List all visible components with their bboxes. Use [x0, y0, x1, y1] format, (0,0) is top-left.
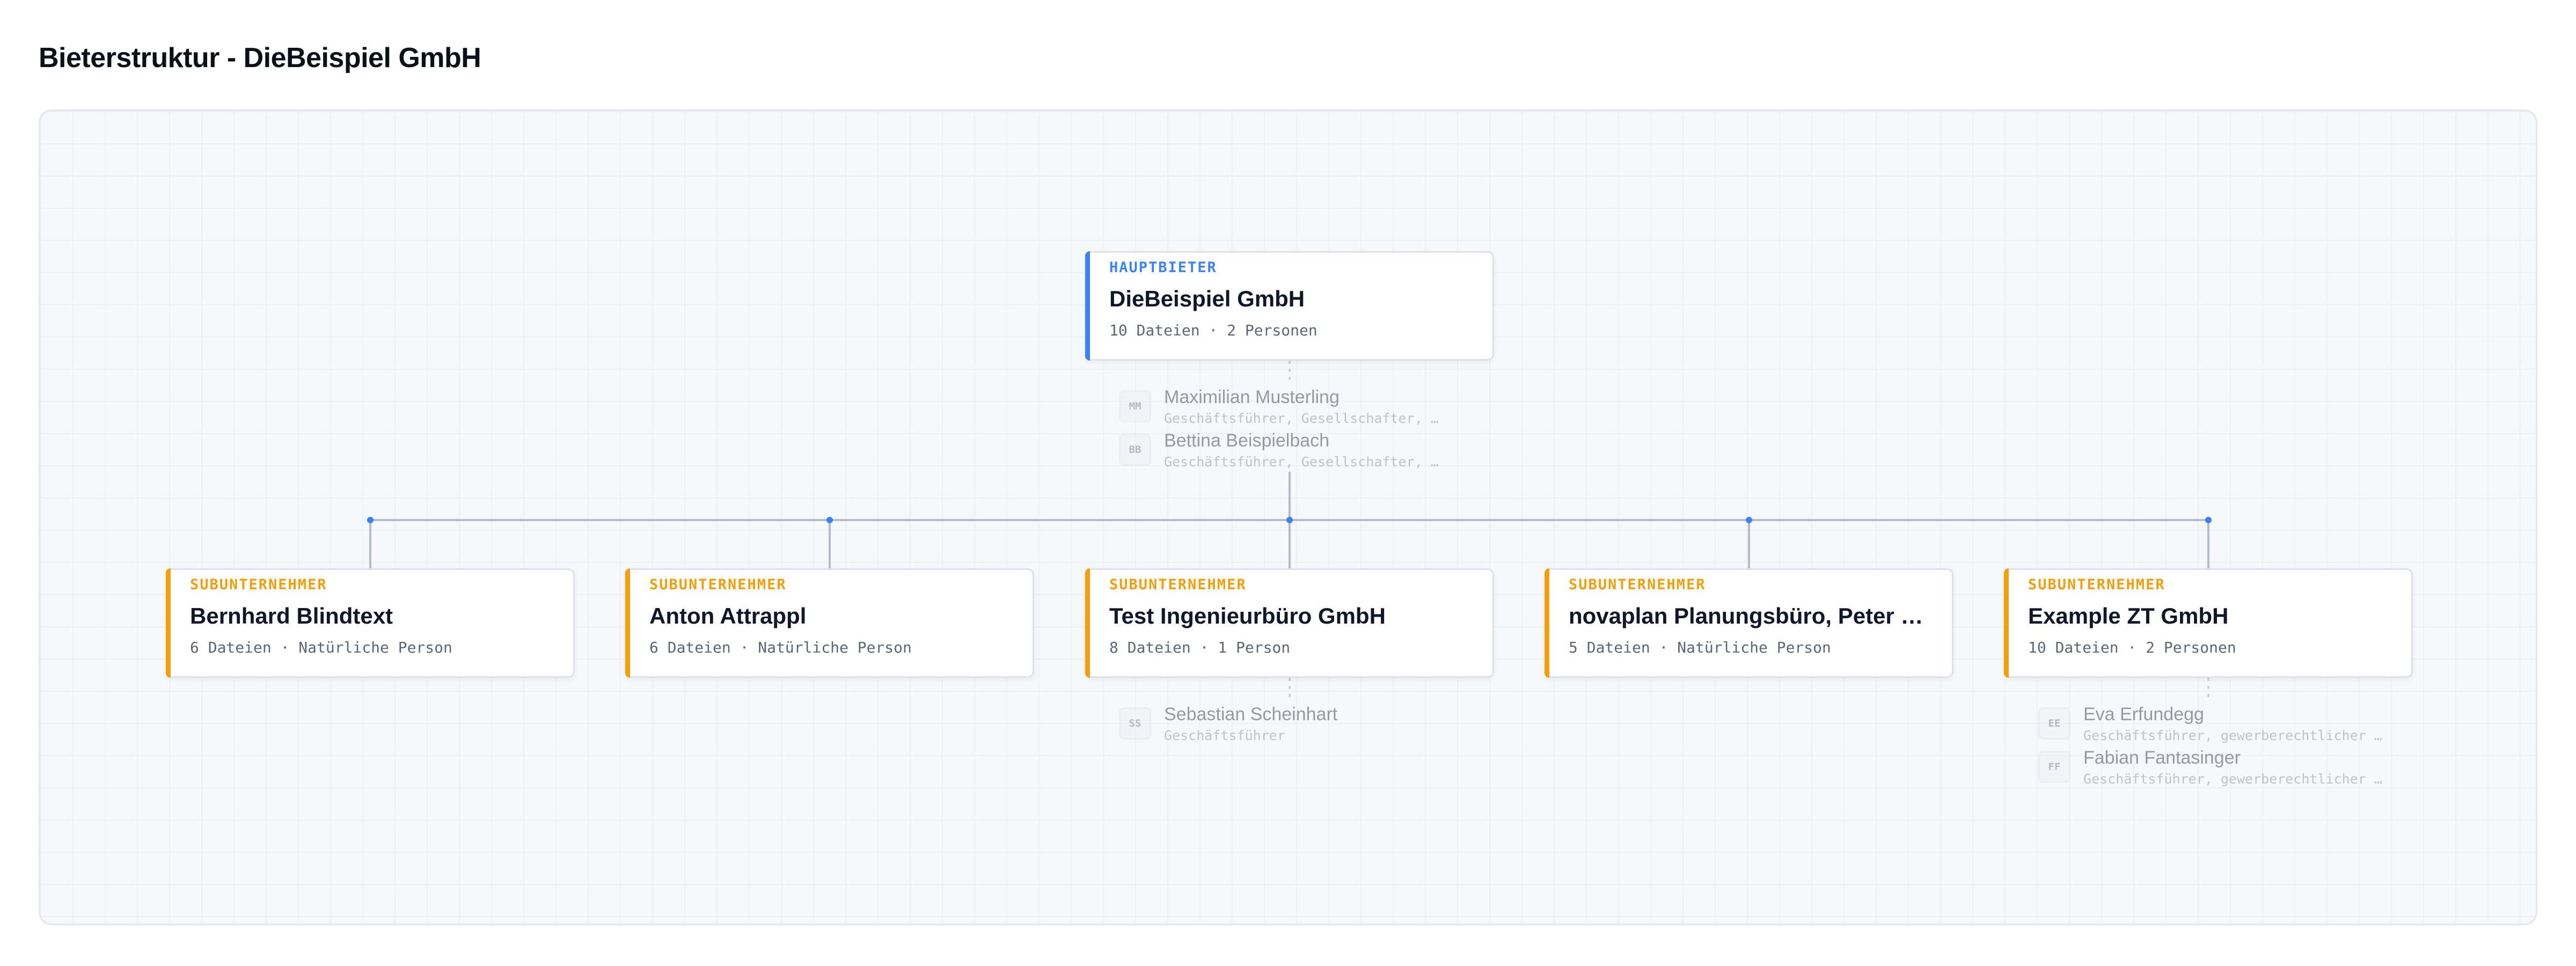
person-entry[interactable]: MM Maximilian Musterling Geschäftsführer… — [1119, 387, 1473, 430]
main-bidder-node[interactable]: HAUPTBIETER DieBeispiel GmbH 10 Dateien … — [1085, 251, 1494, 361]
connector-dot — [826, 517, 833, 523]
person-name: Bettina Beispielbach — [1164, 430, 1330, 451]
person-avatar: EE — [2038, 707, 2070, 740]
person-avatar: MM — [1119, 390, 1151, 422]
node-meta: 6 Dateien · Natürliche Person — [190, 639, 452, 656]
node-meta: 10 Dateien · 2 Personen — [1109, 321, 1318, 339]
node-role-label: SUBUNTERNEHMER — [190, 576, 327, 593]
node-role-label: HAUPTBIETER — [1109, 259, 1217, 276]
connector-lines — [367, 361, 2212, 701]
connector-dot — [2205, 517, 2212, 523]
subcontractor-node[interactable]: SUBUNTERNEHMER Example ZT GmbH 10 Dateie… — [2004, 568, 2413, 678]
subcontractor-node[interactable]: SUBUNTERNEHMER Bernhard Blindtext 6 Date… — [166, 568, 575, 678]
node-company-name: DieBeispiel GmbH — [1109, 286, 1305, 311]
node-company-name: Anton Attrappl — [649, 603, 807, 628]
node-company-name: Bernhard Blindtext — [190, 603, 393, 628]
connector-dot — [367, 517, 374, 523]
node-role-label: SUBUNTERNEHMER — [2028, 576, 2165, 593]
node-role-label: SUBUNTERNEHMER — [1569, 576, 1706, 593]
node-meta: 8 Dateien · 1 Person — [1109, 639, 1291, 656]
subcontractor-node[interactable]: SUBUNTERNEHMER Anton Attrappl 6 Dateien … — [625, 568, 1034, 678]
org-chart-canvas[interactable]: HAUPTBIETER DieBeispiel GmbH 10 Dateien … — [39, 109, 2537, 925]
page-title: Bieterstruktur - DieBeispiel GmbH — [39, 42, 481, 74]
node-company-name: Example ZT GmbH — [2028, 603, 2229, 628]
person-entry[interactable]: EE Eva Erfundegg Geschäftsführer, gewerb… — [2038, 704, 2392, 747]
subcontractor-node[interactable]: SUBUNTERNEHMER Test Ingenieurbüro GmbH 8… — [1085, 568, 1494, 678]
person-role: Geschäftsführer, Gesellschafter, … — [1164, 454, 1439, 470]
person-name: Maximilian Musterling — [1164, 387, 1340, 407]
node-meta: 5 Dateien · Natürliche Person — [1569, 639, 1831, 656]
person-role: Geschäftsführer — [1164, 728, 1285, 743]
person-name: Eva Erfundegg — [2083, 704, 2204, 724]
person-role: Geschäftsführer, gewerberechtlicher Gesc… — [2083, 728, 2389, 743]
connector-dot — [1286, 517, 1293, 523]
node-company-name: novaplan Planungsbüro, Peter Planmann — [1569, 603, 1936, 628]
person-role: Geschäftsführer, Gesellschafter, … — [1164, 411, 1439, 426]
node-meta: 6 Dateien · Natürliche Person — [649, 639, 912, 656]
node-role-label: SUBUNTERNEHMER — [1109, 576, 1247, 593]
person-role: Geschäftsführer, gewerberechtlicher Gesc… — [2083, 771, 2389, 787]
person-avatar: BB — [1119, 434, 1151, 466]
person-name: Fabian Fantasinger — [2083, 748, 2241, 768]
subcontractor-node[interactable]: SUBUNTERNEHMER novaplan Planungsbüro, Pe… — [1545, 568, 1953, 678]
node-company-name: Test Ingenieurbüro GmbH — [1109, 603, 1386, 628]
person-name: Sebastian Scheinhart — [1164, 704, 1338, 724]
node-meta: 10 Dateien · 2 Personen — [2028, 639, 2236, 656]
person-entry[interactable]: SS Sebastian Scheinhart Geschäftsführer — [1119, 704, 1473, 747]
node-role-label: SUBUNTERNEHMER — [649, 576, 787, 593]
person-avatar: FF — [2038, 751, 2070, 783]
person-entry[interactable]: BB Bettina Beispielbach Geschäftsführer,… — [1119, 430, 1473, 473]
person-entry[interactable]: FF Fabian Fantasinger Geschäftsführer, g… — [2038, 748, 2392, 791]
connector-dot — [1746, 517, 1752, 523]
person-avatar: SS — [1119, 707, 1151, 740]
